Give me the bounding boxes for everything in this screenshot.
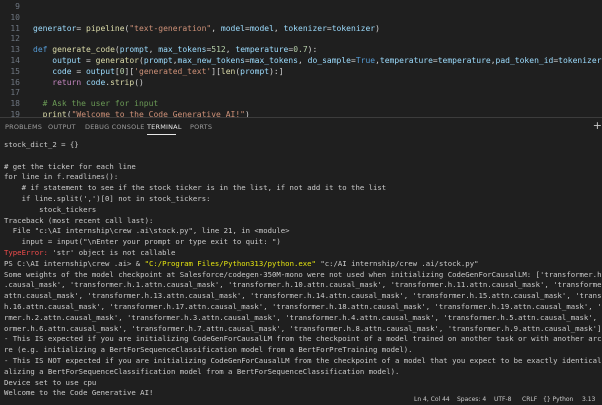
terminal-line: Traceback (most recent call last): [4, 215, 154, 225]
terminal-line: h.16.attn.causal_mask', 'transformer.h.1… [4, 301, 602, 311]
tab-ports[interactable]: PORTS [190, 123, 212, 131]
status-cursor-position[interactable]: Ln 4, Col 44 [414, 396, 450, 404]
code-editor[interactable]: 9 10 11 generator= pipeline("text-generatio… [0, 0, 602, 117]
tab-terminal[interactable]: TERMINAL [147, 123, 182, 131]
editor-line[interactable]: 19 print("Welcome to the Code Generative… [0, 109, 602, 117]
terminal-line: - This IS NOT expected if you are initia… [4, 355, 602, 365]
terminal-line: stock_tickers [4, 204, 97, 214]
tab-output[interactable]: OUTPUT [48, 123, 76, 131]
terminal-line: # if statement to see if the stock ticke… [4, 183, 387, 193]
terminal-line: File "c:\AI internship\crew .ai\stock.py… [4, 226, 290, 236]
terminal-line: rmer.h.2.attn.causal_mask', 'transformer… [4, 312, 602, 322]
terminal-line: attn.causal_mask', 'transformer.h.13.att… [4, 291, 602, 301]
terminal-line: alizing a BertForSequenceClassification … [4, 366, 400, 376]
status-language[interactable]: {} Python [543, 396, 573, 404]
status-indentation[interactable]: Spaces: 4 [457, 396, 486, 404]
plus-icon[interactable]: + [593, 119, 602, 132]
status-interpreter-version[interactable]: 3.13 [582, 396, 595, 404]
bottom-panel: PROBLEMS OUTPUT DEBUG CONSOLE TERMINAL P… [0, 117, 602, 405]
terminal-line: if line.split(',')[0] not in stock_ticke… [4, 193, 211, 203]
code-text: print("Welcome to the Code Generative AI… [42, 110, 250, 117]
terminal-line: # get the ticker for each line [4, 161, 136, 171]
tab-problems[interactable]: PROBLEMS [5, 123, 42, 131]
status-bar: Ln 4, Col 44 Spaces: 4 UTF-8 CRLF {} Pyt… [0, 396, 602, 404]
terminal-line: for line in f.readlines(): [4, 172, 119, 182]
terminal-line: re (e.g. initializing a BertForSequenceC… [4, 345, 413, 355]
line-number: 19 [10, 110, 20, 117]
terminal-output[interactable]: stock_dict_2 = {} # get the ticker for ea… [4, 140, 602, 398]
terminal-line: ormer.h.6.attn.causal_mask', 'transforme… [4, 323, 602, 333]
terminal-line: Device set to use cpu [4, 377, 97, 387]
panel-tab-bar: PROBLEMS OUTPUT DEBUG CONSOLE TERMINAL P… [0, 118, 602, 136]
terminal-line: stock_dict_2 = {} [4, 140, 79, 149]
terminal-line: .causal_mask', 'transformer.h.1.attn.cau… [4, 280, 602, 290]
active-tab-indicator [147, 134, 176, 135]
status-line-ending[interactable]: CRLF [522, 396, 537, 404]
terminal-line: PS C:\AI internship\crew .ai> & "C:/Prog… [4, 258, 479, 268]
status-encoding[interactable]: UTF-8 [494, 396, 512, 404]
terminal-line: - This IS expected if you are initializi… [4, 334, 602, 344]
terminal-line: TypeError: 'str' object is not callable [4, 247, 176, 257]
tab-debug-console[interactable]: DEBUG CONSOLE [85, 123, 145, 131]
terminal-line: Some weights of the model checkpoint at … [4, 269, 602, 279]
terminal-line: input = input("\nEnter your prompt or ty… [4, 237, 281, 247]
